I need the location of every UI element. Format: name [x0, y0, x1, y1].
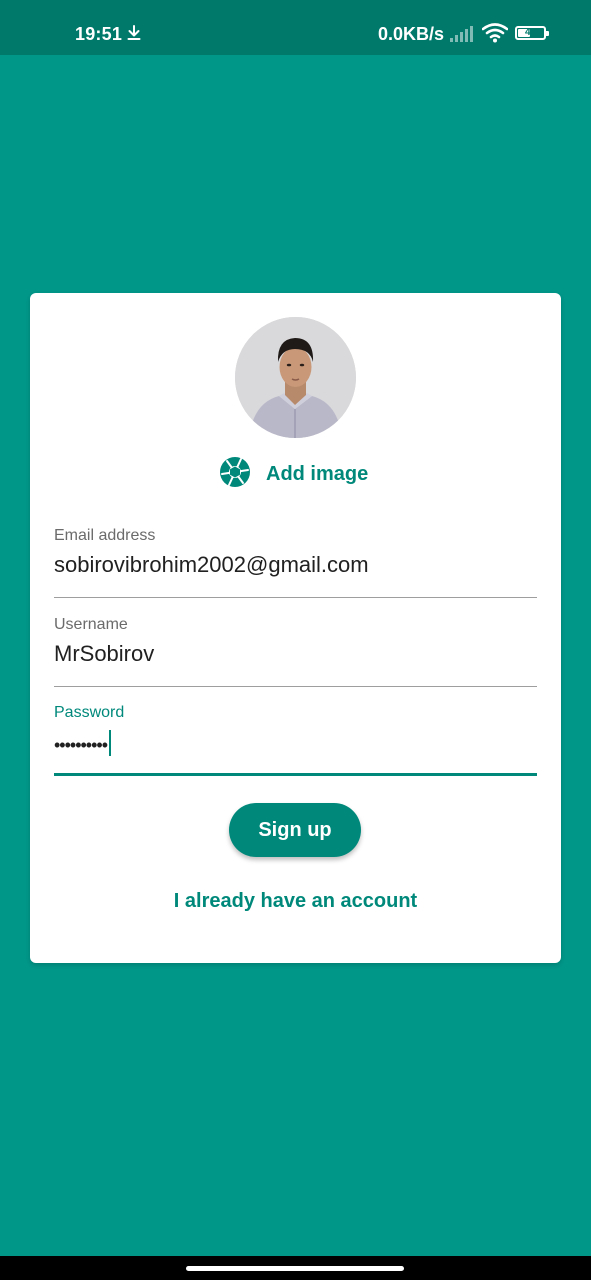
username-field-underline — [54, 686, 537, 687]
username-field-value[interactable]: MrSobirov — [54, 641, 154, 667]
download-arrow-icon — [126, 25, 142, 46]
navigation-bar — [0, 1256, 591, 1280]
password-field[interactable]: Password •••••••••• — [54, 704, 537, 778]
add-image-button[interactable]: Add image — [219, 456, 369, 493]
email-field-underline — [54, 597, 537, 598]
battery-percent: 49 — [524, 27, 537, 38]
add-image-label: Add image — [266, 462, 369, 485]
status-time: 19:51 — [75, 24, 123, 44]
password-field-label: Password — [54, 704, 125, 721]
login-link[interactable]: I already have an account — [30, 890, 561, 913]
password-field-underline — [54, 773, 537, 776]
username-field-label: Username — [54, 616, 128, 633]
password-mask: •••••••••• — [54, 735, 108, 755]
email-field[interactable]: Email address sobirovibrohim2002@gmail.c… — [54, 527, 537, 599]
status-bar: 19:51 0.0KB/s 49 — [0, 0, 591, 55]
sign-up-button[interactable]: Sign up — [229, 803, 361, 857]
camera-aperture-icon — [219, 456, 251, 493]
wifi-icon — [481, 23, 509, 48]
email-field-label: Email address — [54, 527, 156, 544]
home-indicator[interactable] — [186, 1266, 404, 1271]
network-speed: 0.0KB/s — [378, 24, 445, 44]
signup-card: Add image Email address sobirovibrohim20… — [30, 293, 561, 963]
username-field[interactable]: Username MrSobirov — [54, 616, 537, 688]
battery-icon: 49 — [515, 26, 549, 40]
email-field-value[interactable]: sobirovibrohim2002@gmail.com — [54, 552, 369, 578]
password-field-value[interactable]: •••••••••• — [54, 730, 112, 756]
cell-signal-icon — [449, 26, 475, 47]
text-cursor — [109, 730, 112, 756]
avatar[interactable] — [235, 317, 356, 438]
